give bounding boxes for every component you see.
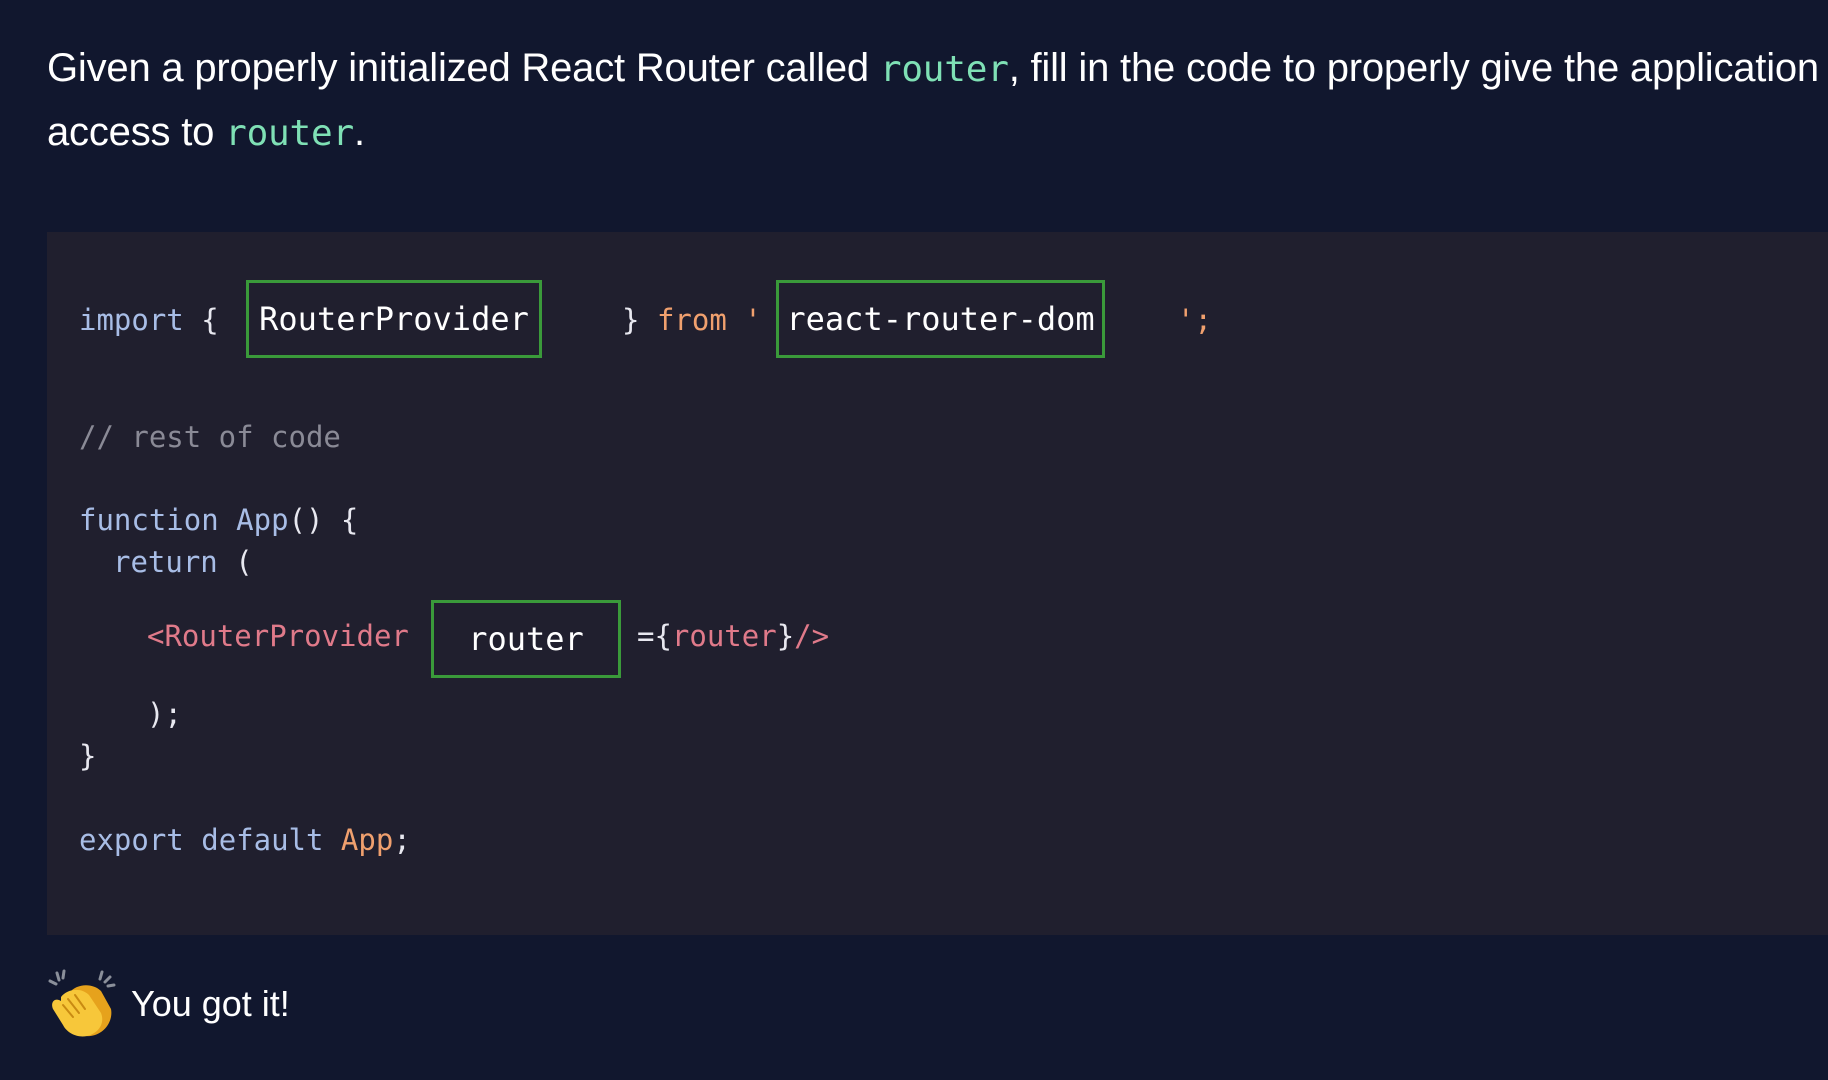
default-keyword: default (201, 823, 324, 857)
close-paren: ); (147, 697, 182, 731)
answer-slot-module-name[interactable]: react-router-dom (776, 280, 1105, 358)
question-prompt: Given a properly initialized React Route… (47, 36, 1828, 164)
result-feedback: You got it! (47, 968, 290, 1040)
code-closing-brace-line: } (79, 738, 96, 774)
code-jsx-rest: ={router}/> (637, 618, 829, 654)
question-text: access to (47, 110, 226, 154)
function-signature: () { (288, 503, 359, 537)
inline-code-router: router (879, 49, 1009, 90)
from-keyword: from (656, 303, 727, 337)
closing-brace: } (79, 739, 97, 773)
code-comment: // rest of code (79, 420, 341, 454)
code-jsx-open: <RouterProvider (147, 618, 409, 654)
code-close-paren-line: ); (147, 696, 182, 732)
app-name: App (236, 503, 289, 537)
question-text: , fill in the code to properly give the … (1008, 46, 1819, 90)
answer-slot-prop-name[interactable]: router (431, 600, 621, 678)
return-keyword: return (113, 545, 218, 579)
inline-code-router: router (225, 113, 354, 154)
close-brace: } (622, 303, 640, 337)
function-keyword: function (79, 503, 219, 537)
code-import-line: import { (79, 302, 219, 338)
jsx-tag: <RouterProvider (147, 619, 409, 653)
question-text: . (353, 110, 365, 154)
export-app-name: App (340, 823, 394, 857)
open-quote: ' (744, 303, 762, 337)
open-brace: { (201, 303, 219, 337)
close-quote-semicolon: '; (1177, 303, 1212, 337)
jsx-equals: ={ (637, 619, 672, 653)
jsx-self-close: /> (794, 619, 830, 653)
question-line-1: Given a properly initialized React Route… (47, 36, 1828, 100)
question-line-2: access to router. (47, 100, 1828, 164)
code-export-line: export default App; (79, 822, 411, 858)
code-from-segment: } from ' (622, 302, 762, 338)
export-keyword: export (79, 823, 184, 857)
result-message: You got it! (131, 983, 290, 1024)
jsx-router-ref: router (671, 619, 777, 653)
code-import-end: '; (1177, 302, 1212, 338)
export-semicolon: ; (393, 823, 411, 857)
question-text: Given a properly initialized React Route… (47, 46, 880, 90)
import-keyword: import (79, 303, 184, 337)
open-paren: ( (235, 545, 253, 579)
clapping-hands-icon (47, 969, 117, 1039)
code-function-line: function App() { (79, 502, 358, 538)
jsx-close-brace: } (776, 619, 795, 653)
code-panel: import { RouterProvider } from ' react-r… (47, 232, 1828, 935)
answer-slot-import-name[interactable]: RouterProvider (246, 280, 542, 358)
code-return-line: return ( (113, 544, 253, 580)
